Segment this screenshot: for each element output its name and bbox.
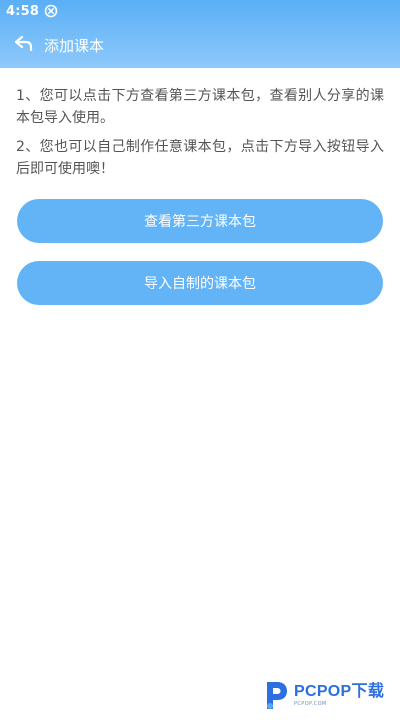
watermark-text: PCPOP下载 — [294, 682, 385, 700]
instruction-custom-package: 2、您也可以自己制作任意课本包，点击下方导入按钮导入后即可使用噢！ — [16, 139, 384, 177]
view-third-party-button[interactable]: 查看第三方课本包 — [17, 199, 383, 243]
watermark-text-group: PCPOP下载 PCPOP.COM — [294, 683, 384, 708]
pcpop-logo-icon — [262, 678, 290, 712]
instruction-third-party: 1、您可以点击下方查看第三方课本包，查看别人分享的课本包导入使用。 — [16, 88, 384, 126]
close-circle-icon — [44, 4, 58, 18]
pcpop-watermark: PCPOP下载 PCPOP.COM — [262, 676, 394, 714]
import-custom-package-button[interactable]: 导入自制的课本包 — [17, 261, 383, 305]
status-time: 4:58 — [6, 3, 40, 19]
page-title: 添加课本 — [44, 36, 105, 55]
status-bar: 4:58 — [0, 0, 400, 22]
action-buttons: 查看第三方课本包 导入自制的课本包 — [16, 199, 384, 305]
watermark-subtext: PCPOP.COM — [294, 700, 327, 707]
back-button[interactable] — [13, 34, 35, 56]
add-textbook-screen: 4:58 添加课本 1、您可以点击下方查看第三方课本包，查看别人分享的课本包导入… — [0, 0, 400, 720]
main-content: 1、您可以点击下方查看第三方课本包，查看别人分享的课本包导入使用。 2、您也可以… — [0, 68, 400, 305]
app-bar: 添加课本 — [0, 22, 400, 68]
header: 4:58 添加课本 — [0, 0, 400, 68]
back-arrow-icon — [14, 34, 34, 56]
